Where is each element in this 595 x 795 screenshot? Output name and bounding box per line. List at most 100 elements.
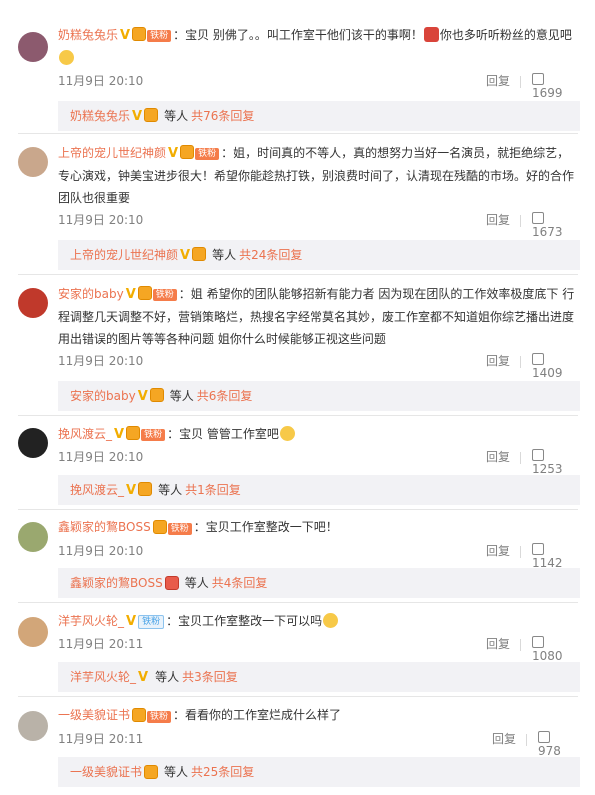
sub-reply-etc: 等人 [158,483,183,497]
divider [18,696,578,697]
emoji-icon [423,27,439,42]
comment-date: 11月9日 20:10 [58,74,144,88]
divider [18,274,578,275]
reply-button[interactable]: 回复 [486,72,510,89]
v-badge-icon: V [126,614,137,629]
like-thumb-icon [532,73,544,85]
comment-text: ：宝贝工作室整改一下吧！ [193,520,338,534]
like-button[interactable]: 1409 [532,352,578,380]
reply-button[interactable]: 回复 [492,730,516,747]
sub-replies-bar[interactable]: 鑫颖家的鵹BOSS 等人 共4条回复 [58,568,580,598]
comment-meta: 11月9日 20:11 回复 1080 [58,635,578,663]
like-button[interactable]: 1253 [532,448,578,476]
avatar[interactable] [18,711,48,741]
username-link[interactable]: 奶糕兔兔乐 [58,28,118,42]
sub-reply-username[interactable]: 一级美貌证书 [70,765,142,779]
username-link[interactable]: 上帝的宠儿世纪神颜 [58,146,166,160]
fan-medal-icon [137,286,152,300]
reply-button[interactable]: 回复 [486,448,510,465]
comment-date: 11月9日 20:10 [58,213,144,227]
reply-button[interactable]: 回复 [486,542,510,559]
like-button[interactable]: 1673 [532,211,578,239]
emoji-icon [279,426,295,441]
fan-badge: 铁粉 [167,522,192,535]
sub-reply-username[interactable]: 安家的baby [70,389,136,403]
v-badge-icon: V [138,670,149,685]
sub-reply-count[interactable]: 共24条回复 [239,248,302,262]
divider [520,356,521,368]
like-button[interactable]: 978 [538,730,578,758]
divider [18,133,578,134]
v-badge-icon: V [114,427,125,442]
sub-reply-count[interactable]: 共25条回复 [191,765,254,779]
fan-medal-icon [144,764,159,779]
username-link[interactable]: 安家的baby [58,287,124,301]
sub-reply-username[interactable]: 挽风渡云_ [70,483,124,497]
sub-reply-count[interactable]: 共76条回复 [191,109,254,123]
fan-badge: 铁粉 [147,30,172,42]
username-link[interactable]: 挽风渡云_ [58,427,112,441]
sub-reply-username[interactable]: 洋芋风火轮_ [70,670,136,684]
sub-replies-bar[interactable]: 安家的baby V 等人 共6条回复 [58,381,580,411]
comment-text-block: 挽风渡云_ V 铁粉 ：宝贝 管管工作室吧 [58,423,578,446]
comment-text-block: 安家的baby V 铁粉 ：姐 希望你的团队能够招新有能力者 因为现在团队的工作效率极… [58,283,578,350]
like-thumb-icon [532,636,544,648]
comment-text: ：宝贝工作室整改一下可以吗 [166,614,323,628]
sub-reply-count[interactable]: 共3条回复 [182,670,238,684]
avatar[interactable] [18,288,48,318]
reply-button[interactable]: 回复 [486,635,510,652]
fan-medal-icon [132,707,147,722]
like-button[interactable]: 1142 [532,542,578,570]
sub-reply-count[interactable]: 共4条回复 [212,576,268,590]
sub-replies-bar[interactable]: 一级美貌证书 等人 共25条回复 [58,757,580,787]
fan-medal-icon [152,519,167,534]
avatar[interactable] [18,32,48,62]
avatar[interactable] [18,522,48,552]
like-thumb-icon [532,543,544,555]
reply-button[interactable]: 回复 [486,352,510,369]
sub-reply-username[interactable]: 奶糕兔兔乐 [70,109,130,123]
fan-medal-icon [132,27,147,41]
like-thumb-icon [532,449,544,461]
fan-medal-icon [138,482,153,496]
sub-reply-etc: 等人 [184,576,209,590]
avatar[interactable] [18,428,48,458]
sub-replies-bar[interactable]: 上帝的宠儿世纪神颜 V 等人 共24条回复 [58,240,580,270]
comment-date: 11月9日 20:11 [58,637,144,651]
v-badge-icon: V [180,248,191,263]
comment-text-block: 一级美貌证书 铁粉 ：看看你的工作室烂成什么样了 [58,704,578,727]
v-badge-icon: V [132,109,143,124]
fan-medal-icon [164,575,179,590]
like-count: 1409 [532,366,563,380]
sub-reply-etc: 等人 [169,389,194,403]
fan-medal-icon [192,247,207,261]
avatar[interactable] [18,617,48,647]
comment-date: 11月9日 20:10 [58,544,144,558]
divider [526,734,527,746]
username-link[interactable]: 鑫颖家的鵹BOSS [58,520,151,534]
reply-button[interactable]: 回复 [486,211,510,228]
username-link[interactable]: 一级美貌证书 [58,708,130,722]
sub-reply-etc: 等人 [164,765,189,779]
v-badge-icon: V [168,146,179,161]
sub-replies-bar[interactable]: 奶糕兔兔乐 V 等人 共76条回复 [58,101,580,131]
comment-meta: 11月9日 20:10 回复 1142 [58,542,578,570]
like-button[interactable]: 1080 [532,635,578,663]
like-count: 1673 [532,225,563,239]
sub-reply-username[interactable]: 鑫颖家的鵹BOSS [70,576,163,590]
sub-reply-etc: 等人 [164,109,189,123]
comment-text-cont: 你也多听听粉丝的意见吧 [439,28,572,42]
fan-medal-icon [149,388,164,402]
sub-reply-count[interactable]: 共6条回复 [197,389,253,403]
comment-text-block: 洋芋风火轮_ V 铁粉 ：宝贝工作室整改一下可以吗 [58,610,578,633]
sub-reply-count[interactable]: 共1条回复 [185,483,241,497]
sub-replies-bar[interactable]: 洋芋风火轮_ V 等人 共3条回复 [58,662,580,692]
sub-replies-bar[interactable]: 挽风渡云_ V 等人 共1条回复 [58,475,580,505]
fan-badge: 铁粉 [141,429,166,441]
emoji-icon [323,613,339,628]
username-link[interactable]: 洋芋风火轮_ [58,614,124,628]
v-badge-icon: V [137,389,148,404]
avatar[interactable] [18,147,48,177]
sub-reply-username[interactable]: 上帝的宠儿世纪神颜 [70,248,178,262]
like-button[interactable]: 1699 [532,72,578,100]
